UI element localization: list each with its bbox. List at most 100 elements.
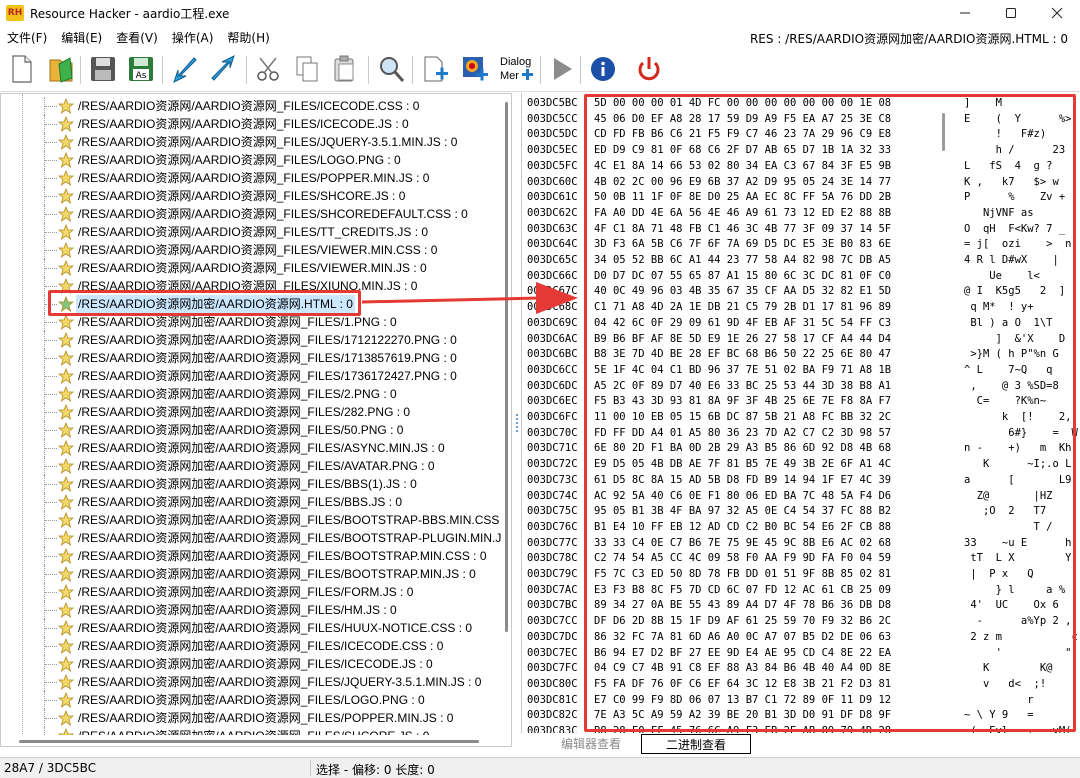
hex-ascii[interactable]: NjVNF as bbox=[964, 206, 1034, 222]
hex-bytes[interactable]: C1 71 A8 4D 2A 1E DB 21 C5 79 2B D1 17 8… bbox=[594, 300, 891, 316]
hex-bytes[interactable]: 5E 1F 4C 04 C1 BD 96 37 7E 51 02 BA F9 7… bbox=[594, 363, 891, 379]
hex-ascii[interactable]: | P x Q bbox=[964, 567, 1033, 583]
tree-item[interactable]: /RES/AARDIO资源网加密/AARDIO资源网_FILES/LOGO.PN… bbox=[1, 691, 499, 709]
hex-bytes[interactable]: 4F C1 8A 71 48 FB C1 46 3C 4B 77 3F 09 3… bbox=[594, 222, 891, 238]
hex-bytes[interactable]: 5D 00 00 00 01 4D FC 00 00 00 00 00 00 0… bbox=[594, 96, 891, 112]
hex-ascii[interactable]: tT L X Y bbox=[964, 551, 1071, 567]
tree-item[interactable]: /RES/AARDIO资源网加密/AARDIO资源网_FILES/ASYNC.M… bbox=[1, 439, 499, 457]
dialog-menu-button[interactable]: Dialog Mer bbox=[496, 52, 536, 86]
hex-ascii[interactable]: L fS 4 g ? bbox=[964, 159, 1053, 175]
hex-ascii[interactable]: ] M bbox=[964, 96, 1002, 112]
tree-item[interactable]: /RES/AARDIO资源网/AARDIO资源网_FILES/VIEWER.MI… bbox=[1, 259, 499, 277]
hex-ascii[interactable]: Bl ) a O 1\T bbox=[964, 316, 1052, 332]
tree-item[interactable]: /RES/AARDIO资源网加密/AARDIO资源网_FILES/JQUERY-… bbox=[1, 673, 499, 691]
hex-bytes[interactable]: ED D9 C9 81 0F 68 C6 2F D7 AB 65 D7 1B 1… bbox=[594, 143, 891, 159]
hex-ascii[interactable]: ' " bbox=[964, 646, 1072, 662]
tab-editor-view[interactable]: 编辑器查看 bbox=[561, 734, 621, 754]
tree-horizontal-scrollbar[interactable] bbox=[1, 735, 501, 746]
hex-ascii[interactable]: O qH F<Kw? 7 _ bbox=[964, 222, 1065, 238]
hex-view[interactable]: 003DC5BC 5D 00 00 00 01 4D FC 00 00 00 00… bbox=[521, 93, 1080, 733]
hex-bytes[interactable]: 45 06 D0 EF A8 28 17 59 D9 A9 F5 EA A7 2… bbox=[594, 112, 891, 128]
hex-ascii[interactable]: ] &'X D bbox=[964, 332, 1066, 348]
hex-bytes[interactable]: B8 28 F0 FF 45 76 6C A9 F3 EB 2E AB 89 7… bbox=[594, 724, 891, 733]
hex-ascii[interactable]: E ( Y %> bbox=[964, 112, 1071, 128]
hex-ascii[interactable]: r bbox=[964, 693, 1033, 709]
cut-button[interactable] bbox=[252, 52, 286, 86]
tree-item[interactable]: /RES/AARDIO资源网/AARDIO资源网_FILES/POPPER.MI… bbox=[1, 169, 499, 187]
hex-bytes[interactable]: 4B 02 2C 00 96 E9 6B 37 A2 D9 95 05 24 3… bbox=[594, 175, 891, 191]
hex-bytes[interactable]: 61 D5 8C 8A 15 AD 5B D8 FD B9 14 94 1F E… bbox=[594, 473, 891, 489]
hex-bytes[interactable]: 7E A3 5C A9 59 A2 39 BE 20 B1 3D D0 91 D… bbox=[594, 708, 891, 724]
hex-bytes[interactable]: 4C E1 8A 14 66 53 02 80 34 EA C3 67 84 3… bbox=[594, 159, 891, 175]
search-button[interactable] bbox=[374, 52, 408, 86]
hex-bytes[interactable]: 04 42 6C 0F 29 09 61 9D 4F EB AF 31 5C 5… bbox=[594, 316, 891, 332]
tree-item[interactable]: /RES/AARDIO资源网加密/AARDIO资源网_FILES/50.PNG … bbox=[1, 421, 499, 439]
tree-item[interactable]: /RES/AARDIO资源网加密/AARDIO资源网.HTML : 0 bbox=[1, 295, 499, 313]
tree-item[interactable]: /RES/AARDIO资源网加密/AARDIO资源网_FILES/1713857… bbox=[1, 349, 499, 367]
tree-item[interactable]: /RES/AARDIO资源网加密/AARDIO资源网_FILES/BOOTSTR… bbox=[1, 511, 511, 529]
tree-item[interactable]: /RES/AARDIO资源网/AARDIO资源网_FILES/SHCORE.JS… bbox=[1, 187, 499, 205]
tree-item[interactable]: /RES/AARDIO资源网加密/AARDIO资源网_FILES/ICECODE… bbox=[1, 637, 499, 655]
hex-bytes[interactable]: 11 00 10 EB 05 15 6B DC 87 5B 21 A8 FC B… bbox=[594, 410, 891, 426]
menu-view[interactable]: 查看(V) bbox=[109, 29, 165, 46]
hex-ascii[interactable]: C= ?K%n~ bbox=[964, 394, 1047, 410]
add-resource-button[interactable] bbox=[418, 52, 452, 86]
hex-ascii[interactable]: 33 ~u E h bbox=[964, 536, 1071, 552]
resource-tree[interactable]: /RES/AARDIO资源网/AARDIO资源网_FILES/ICECODE.C… bbox=[0, 93, 512, 747]
tree-item[interactable]: /RES/AARDIO资源网加密/AARDIO资源网_FILES/BBS.JS … bbox=[1, 493, 499, 511]
hex-ascii[interactable]: @ I K5g5 2 ] bbox=[964, 284, 1065, 300]
splitter-grip[interactable] bbox=[516, 414, 518, 432]
hex-ascii[interactable]: P % Zv + bbox=[964, 190, 1065, 206]
tree-item[interactable]: /RES/AARDIO资源网/AARDIO资源网_FILES/LOGO.PNG … bbox=[1, 151, 499, 169]
close-button[interactable] bbox=[1034, 0, 1080, 26]
hex-bytes[interactable]: 6E 80 2D F1 BA 0D 2B 29 A3 B5 86 6D 92 D… bbox=[594, 441, 891, 457]
hex-ascii[interactable]: 2 z m c bbox=[964, 630, 1077, 646]
hex-ascii[interactable]: Ue l< bbox=[964, 269, 1040, 285]
hex-bytes[interactable]: D0 D7 DC 07 55 65 87 A1 15 80 6C 3C DC 8… bbox=[594, 269, 891, 285]
hex-bytes[interactable]: 86 32 FC 7A 81 6D A6 A0 0C A7 07 B5 D2 D… bbox=[594, 630, 891, 646]
tree-item[interactable]: /RES/AARDIO资源网加密/AARDIO资源网_FILES/282.PNG… bbox=[1, 403, 499, 421]
hex-ascii[interactable]: a [ L9 bbox=[964, 473, 1071, 489]
back-button[interactable] bbox=[168, 52, 202, 86]
tab-binary-view[interactable]: 二进制查看 bbox=[641, 734, 751, 754]
hex-bytes[interactable]: B6 94 E7 D2 BF 27 EE 9D E4 AE 95 CD C4 8… bbox=[594, 646, 891, 662]
hex-ascii[interactable]: ;O 2 T7 bbox=[964, 504, 1046, 520]
hex-ascii[interactable]: n - +) m Kh bbox=[964, 441, 1071, 457]
run-button[interactable] bbox=[544, 52, 578, 86]
menu-action[interactable]: 操作(A) bbox=[165, 29, 221, 46]
hex-bytes[interactable]: 95 05 B1 3B 4F BA 97 32 A5 0E C4 54 37 F… bbox=[594, 504, 891, 520]
add-image-button[interactable] bbox=[458, 52, 492, 86]
info-button[interactable] bbox=[586, 52, 620, 86]
hex-bytes[interactable]: 34 05 52 BB 6C A1 44 23 77 58 A4 82 98 7… bbox=[594, 253, 891, 269]
tree-item[interactable]: /RES/AARDIO资源网加密/AARDIO资源网_FILES/AVATAR.… bbox=[1, 457, 499, 475]
hex-bytes[interactable]: FD FF DD A4 01 A5 80 36 23 7D A2 C7 C2 3… bbox=[594, 426, 891, 442]
hex-bytes[interactable]: 04 C9 C7 4B 91 C8 EF 88 A3 84 B6 4B 40 A… bbox=[594, 661, 891, 677]
hex-ascii[interactable]: T / bbox=[964, 520, 1053, 536]
copy-button[interactable] bbox=[290, 52, 324, 86]
tree-item[interactable]: /RES/AARDIO资源网加密/AARDIO资源网_FILES/1712122… bbox=[1, 331, 499, 349]
maximize-button[interactable] bbox=[988, 0, 1034, 26]
hex-ascii[interactable]: = j[ ozi > n bbox=[964, 237, 1071, 253]
hex-ascii[interactable]: h / 23 bbox=[964, 143, 1066, 159]
hex-bytes[interactable]: E3 F3 B8 8C F5 7D CD 6C 07 FD 12 AC 61 C… bbox=[594, 583, 891, 599]
hex-ascii[interactable]: Z@ |HZ bbox=[964, 489, 1053, 505]
hex-ascii[interactable]: k [! 2, bbox=[964, 410, 1072, 426]
tree-item[interactable]: /RES/AARDIO资源网加密/AARDIO资源网_FILES/HM.JS :… bbox=[1, 601, 499, 619]
hex-bytes[interactable]: B1 E4 10 FF EB 12 AD CD C2 B0 BC 54 E6 2… bbox=[594, 520, 891, 536]
tree-item[interactable]: /RES/AARDIO资源网/AARDIO资源网_FILES/VIEWER.MI… bbox=[1, 241, 499, 259]
open-file-button[interactable] bbox=[44, 52, 78, 86]
hex-ascii[interactable]: ^ L 7~Q q bbox=[964, 363, 1053, 379]
tree-item[interactable]: /RES/AARDIO资源网/AARDIO资源网_FILES/TT_CREDIT… bbox=[1, 223, 499, 241]
hex-ascii[interactable]: - a%Yp 2 , bbox=[964, 614, 1072, 630]
hex-bytes[interactable]: DF D6 2D 8B 15 1F D9 AF 61 25 59 70 F9 3… bbox=[594, 614, 891, 630]
hex-ascii[interactable]: 4' UC Ox 6 bbox=[964, 598, 1059, 614]
save-button[interactable] bbox=[86, 52, 120, 86]
save-as-button[interactable]: As bbox=[124, 52, 158, 86]
tree-item[interactable]: /RES/AARDIO资源网/AARDIO资源网_FILES/ICECODE.J… bbox=[1, 115, 499, 133]
hex-ascii[interactable]: K K@ bbox=[964, 661, 1053, 677]
hex-ascii[interactable]: K , k7 $> w bbox=[964, 175, 1059, 191]
hex-bytes[interactable]: E9 D5 05 4B DB AE 7F 81 B5 7E 49 3B 2E 6… bbox=[594, 457, 891, 473]
hex-ascii[interactable]: ~ \ Y 9 = bbox=[964, 708, 1034, 724]
hex-bytes[interactable]: F5 7C C3 ED 50 8D 78 FB DD 01 51 9F 8B 8… bbox=[594, 567, 891, 583]
hex-bytes[interactable]: FA A0 DD 4E 6A 56 4E 46 A9 61 73 12 ED E… bbox=[594, 206, 891, 222]
